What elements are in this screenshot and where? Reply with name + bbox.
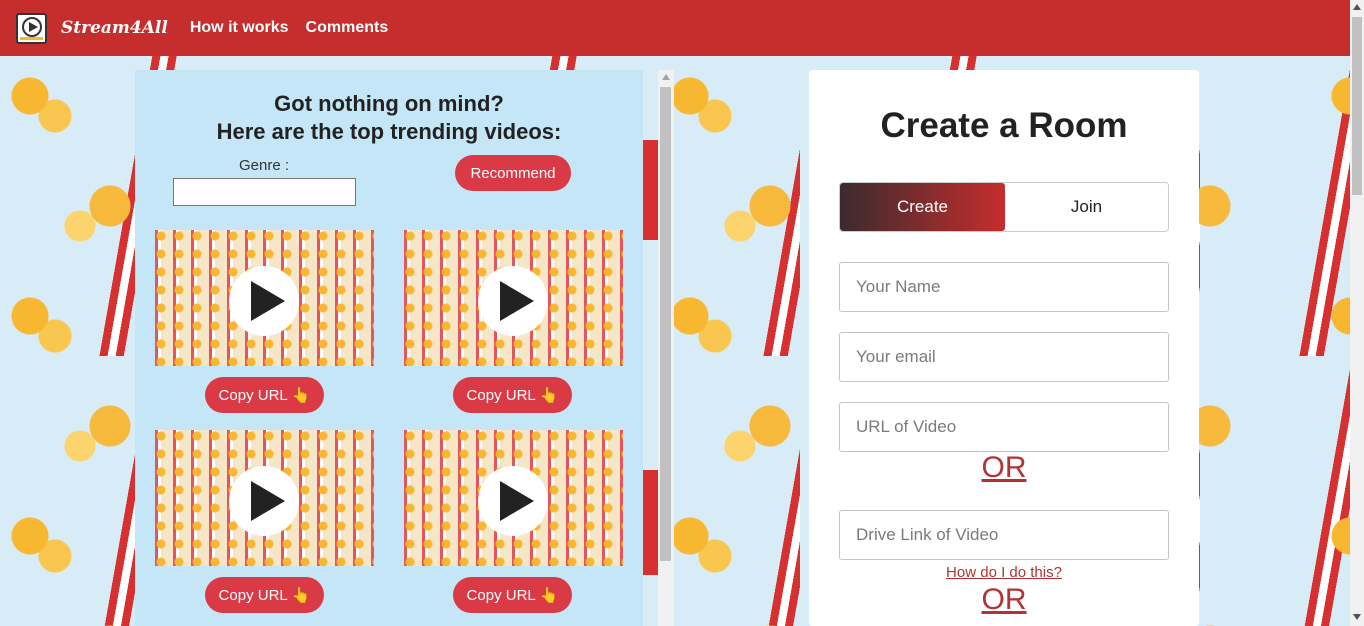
copy-url-button[interactable]: Copy URL 👆 xyxy=(453,577,572,613)
scrollbar-thumb[interactable] xyxy=(660,87,671,561)
tab-join[interactable]: Join xyxy=(1005,183,1168,231)
trending-panel: Got nothing on mind? Here are the top tr… xyxy=(135,70,643,626)
page-scrollbar[interactable] xyxy=(1350,0,1364,626)
copy-url-label: Copy URL xyxy=(218,386,288,404)
trending-title-line2: Here are the top trending videos: xyxy=(216,119,562,144)
pointing-hand-icon: 👆 xyxy=(291,587,311,604)
video-thumbnail[interactable] xyxy=(155,230,374,366)
pointing-hand-icon: 👆 xyxy=(291,387,311,404)
copy-url-label: Copy URL xyxy=(466,386,536,404)
nav-how-it-works[interactable]: How it works xyxy=(190,19,289,37)
pointing-hand-icon: 👆 xyxy=(539,587,559,604)
trending-title: Got nothing on mind? Here are the top tr… xyxy=(135,90,643,146)
or-divider: OR xyxy=(981,583,1027,616)
genre-label: Genre : xyxy=(239,157,290,174)
or-divider: OR xyxy=(981,451,1027,484)
copy-url-button[interactable]: Copy URL 👆 xyxy=(453,377,572,413)
popcorn-box-decoration xyxy=(643,470,658,575)
copy-url-button[interactable]: Copy URL 👆 xyxy=(205,377,324,413)
brand-name[interactable]: Stream4All xyxy=(61,18,168,38)
trending-scrollbar[interactable] xyxy=(658,70,674,626)
play-logo-icon[interactable] xyxy=(16,12,47,44)
pointing-hand-icon: 👆 xyxy=(539,387,559,404)
video-thumbnail[interactable] xyxy=(404,430,623,566)
play-icon[interactable] xyxy=(229,266,299,336)
how-do-i-do-this-link[interactable]: How do I do this? xyxy=(809,564,1199,581)
name-field[interactable] xyxy=(839,262,1169,312)
video-url-field[interactable] xyxy=(839,402,1169,452)
drive-link-field[interactable] xyxy=(839,510,1169,560)
video-thumbnail[interactable] xyxy=(404,230,623,366)
card-title: Create a Room xyxy=(880,106,1128,145)
copy-url-label: Copy URL xyxy=(466,586,536,604)
recommend-button[interactable]: Recommend xyxy=(455,155,571,191)
navbar: Stream4All How it works Comments xyxy=(0,0,1350,56)
popcorn-box-decoration xyxy=(643,140,658,240)
create-room-card: Create a Room Create Join OR How do I do… xyxy=(809,70,1199,626)
play-icon[interactable] xyxy=(229,466,299,536)
video-thumbnail[interactable] xyxy=(155,430,374,566)
scroll-up-arrow-icon[interactable] xyxy=(1353,4,1361,10)
copy-url-label: Copy URL xyxy=(218,586,288,604)
email-field[interactable] xyxy=(839,332,1169,382)
create-join-toggle: Create Join xyxy=(839,182,1169,232)
genre-input[interactable] xyxy=(173,178,356,206)
scroll-down-arrow-icon[interactable] xyxy=(1353,614,1361,620)
trending-title-line1: Got nothing on mind? xyxy=(274,91,504,116)
scroll-up-arrow-icon[interactable] xyxy=(662,74,670,80)
copy-url-button[interactable]: Copy URL 👆 xyxy=(205,577,324,613)
play-icon[interactable] xyxy=(478,266,548,336)
nav-comments[interactable]: Comments xyxy=(306,19,389,37)
tab-create[interactable]: Create xyxy=(840,183,1005,231)
play-icon[interactable] xyxy=(478,466,548,536)
scrollbar-thumb[interactable] xyxy=(1352,17,1362,195)
